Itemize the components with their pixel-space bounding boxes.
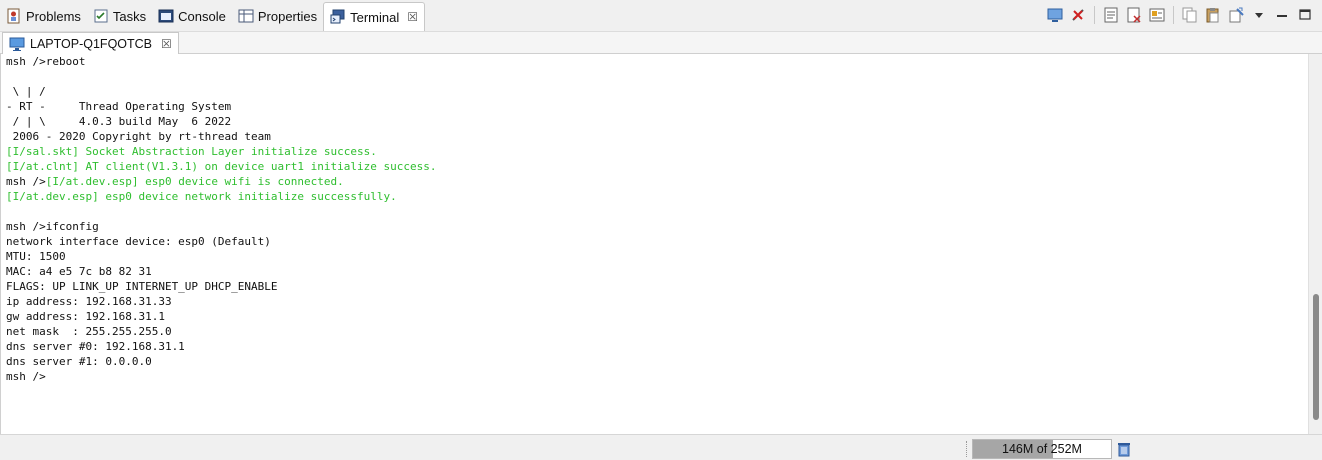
terminal-line: [I/at.clnt] AT client(V1.3.1) on device … — [6, 160, 437, 173]
log-text: [I/at.dev.esp] esp0 device wifi is conne… — [45, 175, 344, 188]
terminal-line: ip address: 192.168.31.33 — [6, 295, 172, 308]
view-menu-icon[interactable] — [1250, 6, 1268, 24]
terminal-icon — [330, 9, 346, 25]
terminal-line: msh />ifconfig — [6, 220, 99, 233]
tab-label: Problems — [26, 8, 81, 24]
view-tab-bar: Problems Tasks Console Properties Termin… — [0, 0, 1322, 32]
scroll-lock-icon[interactable] — [1125, 6, 1143, 24]
toolbar-separator — [1094, 6, 1095, 24]
terminal-line: msh /> — [6, 370, 46, 383]
terminal-line: msh />[I/at.dev.esp] esp0 device wifi is… — [6, 174, 1308, 189]
tab-problems[interactable]: Problems — [0, 3, 87, 29]
new-terminal-icon[interactable] — [1102, 6, 1120, 24]
tab-terminal[interactable]: Terminal ☒ — [323, 2, 425, 31]
trash-icon[interactable] — [1116, 441, 1132, 457]
tab-label: Tasks — [112, 8, 147, 24]
tab-label: Terminal — [350, 9, 400, 25]
tab-label: Console — [178, 8, 226, 24]
terminal-line: msh />reboot — [6, 55, 86, 68]
close-tab-icon[interactable]: ☒ — [407, 10, 418, 24]
disconnect-icon[interactable] — [1069, 6, 1087, 24]
minimize-icon[interactable] — [1273, 6, 1291, 24]
terminal-line: [I/sal.skt] Socket Abstraction Layer ini… — [6, 145, 377, 158]
heap-label: 146M of 252M — [1002, 442, 1082, 456]
terminal-line: dns server #1: 0.0.0.0 — [6, 355, 152, 368]
status-bar: 146M of 252M — [0, 434, 1322, 460]
terminal-line: gw address: 192.168.31.1 — [6, 310, 165, 323]
terminal-settings-icon[interactable] — [1148, 6, 1166, 24]
prompt-text: msh /> — [6, 175, 46, 188]
terminal-line: net mask : 255.255.255.0 — [6, 325, 172, 338]
vertical-scrollbar[interactable] — [1308, 54, 1322, 434]
terminal-line: FLAGS: UP LINK_UP INTERNET_UP DHCP_ENABL… — [6, 280, 278, 293]
terminal-line: dns server #0: 192.168.31.1 — [6, 340, 185, 353]
scrollbar-thumb[interactable] — [1313, 294, 1319, 420]
view-toolbar — [1046, 6, 1314, 24]
tasks-icon — [93, 8, 109, 24]
tab-properties[interactable]: Properties — [232, 3, 323, 29]
tab-tasks[interactable]: Tasks — [87, 3, 152, 29]
terminal-line: network interface device: esp0 (Default) — [6, 235, 271, 248]
tab-label: Properties — [257, 8, 318, 24]
paste-icon[interactable] — [1204, 6, 1222, 24]
terminal-line: 2006 - 2020 Copyright by rt-thread team — [6, 130, 271, 143]
tab-console[interactable]: Console — [152, 3, 232, 29]
terminal-text: msh />reboot \ | / - RT - Thread Operatin… — [1, 54, 1308, 384]
terminal-line: \ | / — [6, 85, 46, 98]
session-tab[interactable]: LAPTOP-Q1FQOTCB ☒ — [2, 32, 179, 54]
close-session-icon[interactable]: ☒ — [161, 37, 172, 51]
terminal-line: - RT - Thread Operating System — [6, 100, 232, 113]
terminal-session-bar: LAPTOP-Q1FQOTCB ☒ — [0, 32, 1322, 54]
heap-status[interactable]: 146M of 252M — [972, 439, 1112, 459]
terminal-line: [I/at.dev.esp] esp0 device network initi… — [6, 190, 397, 203]
console-icon — [158, 8, 174, 24]
terminal-output[interactable]: msh />reboot \ | / - RT - Thread Operatin… — [0, 54, 1308, 434]
status-grip — [966, 441, 969, 457]
problems-icon — [6, 8, 22, 24]
terminal-line: MTU: 1500 — [6, 250, 66, 263]
properties-icon — [238, 8, 254, 24]
view-tabs: Problems Tasks Console Properties Termin… — [0, 2, 425, 32]
maximize-icon[interactable] — [1296, 6, 1314, 24]
copy-icon[interactable] — [1181, 6, 1199, 24]
toolbar-separator — [1173, 6, 1174, 24]
monitor-icon — [9, 36, 25, 52]
terminal-line: / | \ 4.0.3 build May 6 2022 — [6, 115, 232, 128]
terminal-line: MAC: a4 e5 7c b8 82 31 — [6, 265, 152, 278]
clear-console-icon[interactable] — [1227, 6, 1245, 24]
session-tab-label: LAPTOP-Q1FQOTCB — [30, 36, 153, 51]
minimize-view-icon[interactable] — [1046, 6, 1064, 24]
